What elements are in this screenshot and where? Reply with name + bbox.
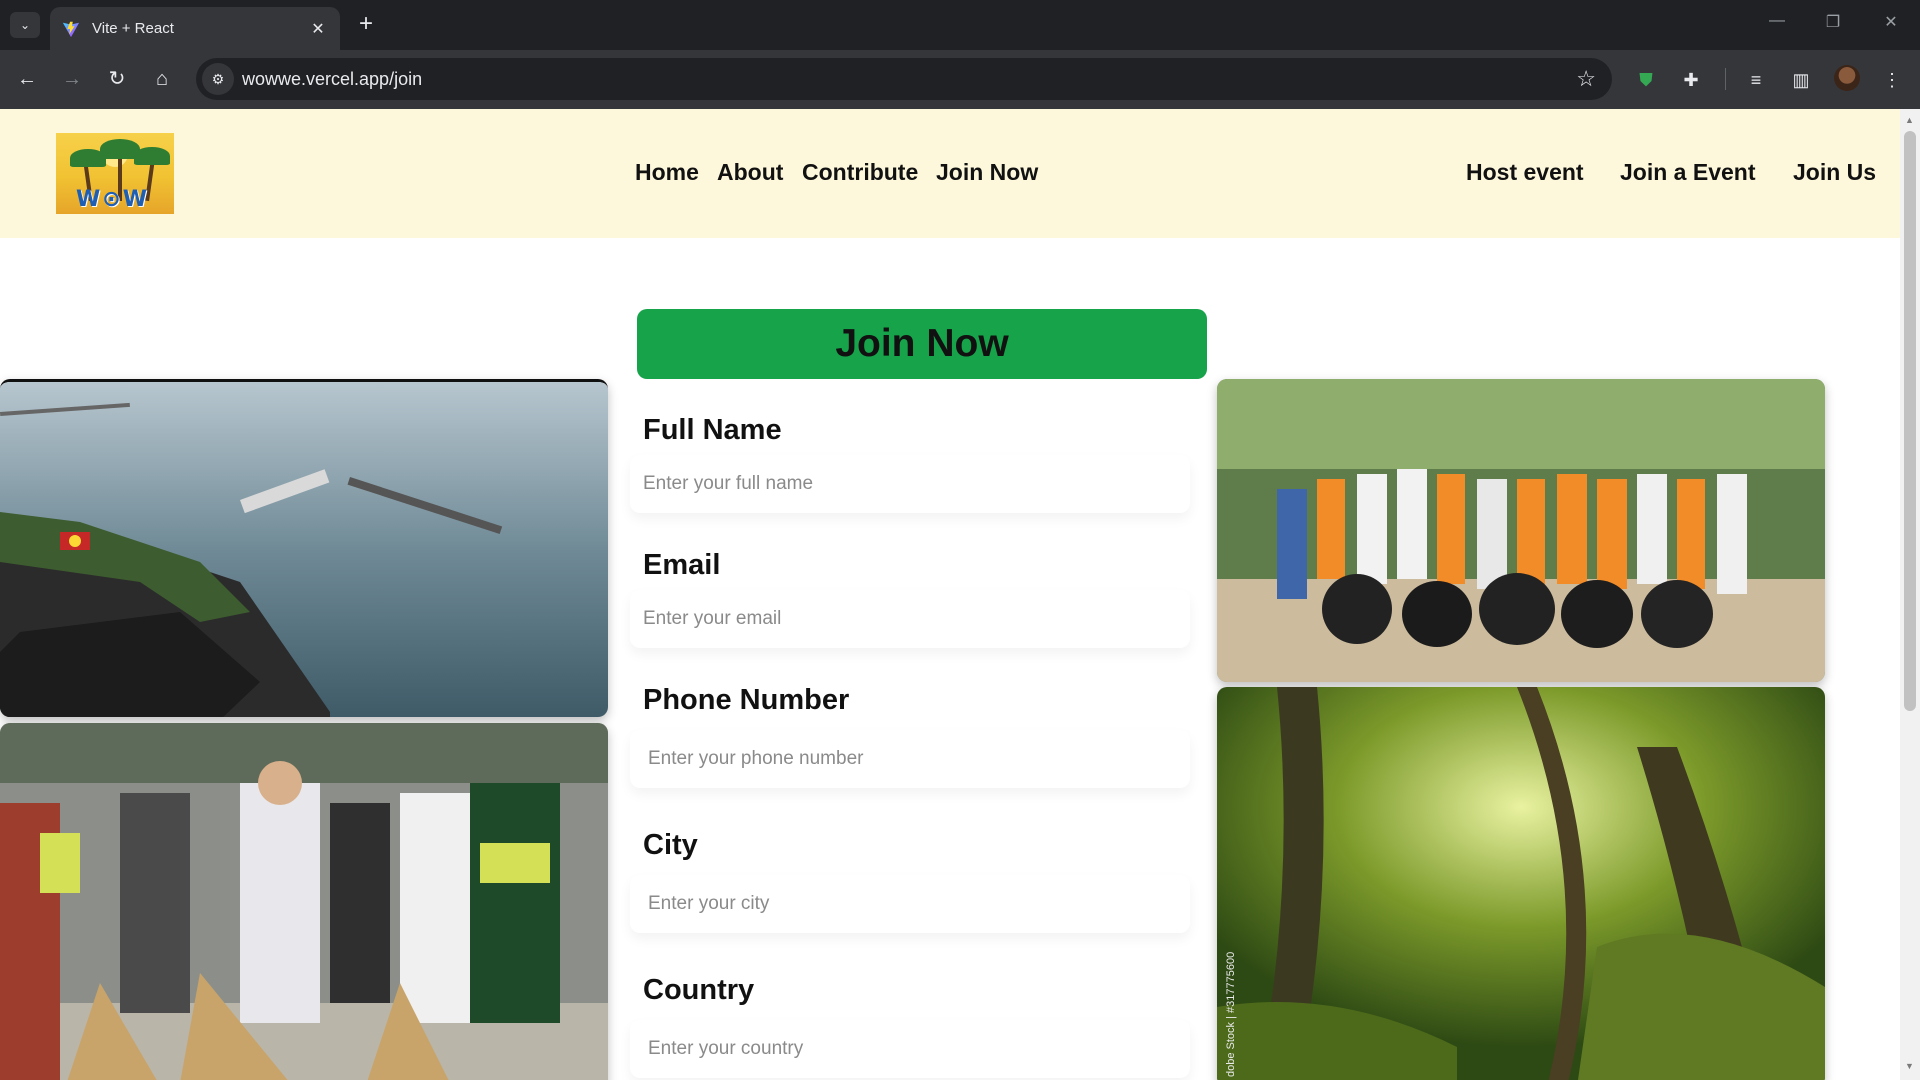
site-logo[interactable]: W⊙W [56, 133, 174, 214]
media-queue-icon[interactable]: ≡ [1742, 66, 1770, 94]
volunteers-photo [1217, 379, 1825, 682]
toolbar-separator [1725, 68, 1726, 90]
email-input[interactable] [630, 590, 1190, 648]
url-text[interactable]: wowwe.vercel.app/join [242, 69, 1576, 90]
nav-join-us[interactable]: Join Us [1793, 159, 1876, 186]
window-close-icon[interactable]: ✕ [1876, 12, 1906, 32]
lake-crowd-photo [0, 379, 608, 717]
image-watermark: dobe Stock | #317775600 [1225, 951, 1237, 1077]
scroll-up-icon[interactable]: ▲ [1905, 115, 1914, 125]
back-arrow-left-icon[interactable]: ← [12, 64, 42, 94]
side-panel-icon[interactable]: ▥ [1787, 66, 1815, 94]
logo-palm-leaves [134, 147, 170, 165]
minimize-icon[interactable]: — [1762, 12, 1792, 30]
vite-favicon-icon [62, 21, 80, 37]
browser-tabstrip: ⌄ Vite + React ✕ + — ❐ ✕ [0, 0, 1920, 50]
country-label: Country [643, 974, 755, 1006]
full-name-label: Full Name [643, 414, 782, 446]
cleanliness-drive-image [0, 723, 608, 1080]
nav-host-event[interactable]: Host event [1466, 159, 1584, 186]
nav-join-a-event[interactable]: Join a Event [1620, 159, 1755, 186]
lake-crowd-image [0, 382, 608, 717]
full-name-input[interactable] [630, 455, 1190, 513]
reload-icon[interactable]: ↻ [102, 64, 132, 94]
profile-avatar[interactable] [1834, 65, 1860, 91]
forest-photo: dobe Stock | #317775600 [1217, 687, 1825, 1080]
kebab-menu-icon[interactable]: ⋮ [1878, 66, 1906, 94]
site-info-tune-icon[interactable]: ⚙ [202, 63, 234, 95]
tab-title: Vite + React [92, 20, 174, 37]
extension-shield-icon[interactable]: ⛊ [1632, 66, 1660, 94]
site-header: W⊙W Home About Contribute Join Now Host … [0, 109, 1900, 238]
tab-search-chevron-down-icon[interactable]: ⌄ [10, 12, 40, 38]
address-bar[interactable]: ⚙ wowwe.vercel.app/join ☆ [196, 58, 1612, 100]
country-input[interactable] [630, 1020, 1190, 1078]
tab-close-icon[interactable]: ✕ [308, 19, 328, 39]
home-icon[interactable]: ⌂ [147, 64, 177, 94]
page-scrollbar[interactable]: ▲ ▼ [1900, 109, 1920, 1080]
logo-text: W⊙W [76, 187, 149, 212]
scroll-down-icon[interactable]: ▼ [1905, 1061, 1914, 1071]
email-label: Email [643, 549, 721, 581]
forest-image [1217, 687, 1825, 1080]
page-viewport: W⊙W Home About Contribute Join Now Host … [0, 109, 1900, 1080]
scrollbar-thumb[interactable] [1904, 131, 1916, 711]
restore-icon[interactable]: ❐ [1818, 12, 1848, 32]
extensions-puzzle-icon[interactable]: ✚ [1677, 66, 1705, 94]
nav-join-now[interactable]: Join Now [936, 159, 1038, 186]
new-tab-plus-icon[interactable]: + [352, 10, 380, 38]
phone-number-label: Phone Number [643, 684, 850, 716]
bookmark-star-icon[interactable]: ☆ [1576, 66, 1596, 92]
forward-arrow-right-icon[interactable]: → [57, 64, 87, 94]
phone-number-input[interactable] [630, 730, 1190, 788]
browser-toolbar: ← → ↻ ⌂ ⚙ wowwe.vercel.app/join ☆ ⛊ ✚ ≡ … [0, 50, 1920, 109]
nav-about[interactable]: About [717, 159, 783, 186]
browser-tab-active[interactable]: Vite + React ✕ [50, 7, 340, 50]
cleanliness-drive-photo [0, 723, 608, 1080]
volunteers-image [1217, 379, 1825, 682]
city-label: City [643, 829, 698, 861]
nav-home[interactable]: Home [635, 159, 699, 186]
city-input[interactable] [630, 875, 1190, 933]
nav-contribute[interactable]: Contribute [802, 159, 918, 186]
join-now-heading: Join Now [637, 309, 1207, 379]
